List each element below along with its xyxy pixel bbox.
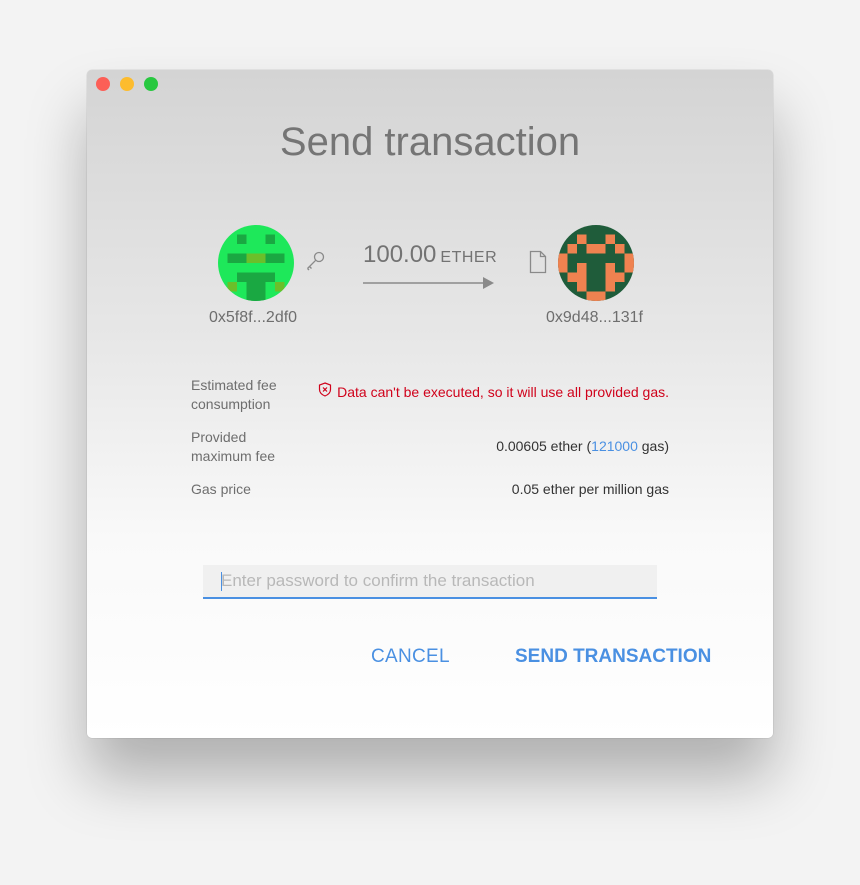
cancel-button[interactable]: CANCEL — [371, 646, 450, 668]
amount-value: 100.00 — [363, 241, 437, 268]
close-window-button[interactable] — [96, 77, 110, 91]
key-icon — [304, 250, 326, 277]
minimize-window-button[interactable] — [120, 77, 134, 91]
from-account-identicon — [218, 225, 294, 301]
shield-warning-icon — [318, 382, 332, 402]
provided-gas-amount[interactable]: 121000 — [591, 438, 638, 454]
window-controls — [96, 77, 158, 91]
arrow-right-icon — [363, 277, 494, 289]
password-field-container — [203, 565, 657, 599]
provided-fee-label: Provided maximum fee — [191, 429, 276, 464]
zoom-window-button[interactable] — [144, 77, 158, 91]
gas-price-value: 0.05 ether per million gas — [511, 481, 669, 497]
to-address: 0x9d48...131f — [546, 309, 643, 326]
estimated-fee-warning: Data can't be executed, so it will use a… — [318, 382, 669, 402]
send-transaction-window: Send transaction 0x5f8f...2df0 100.00 ETH… — [87, 70, 773, 738]
document-icon — [529, 250, 547, 279]
text-cursor — [221, 572, 222, 591]
page-title: Send transaction — [279, 120, 581, 164]
send-transaction-button[interactable]: SEND TRANSACTION — [515, 646, 711, 668]
to-account-identicon — [558, 225, 634, 301]
amount-display: 100.00 ETHER — [363, 241, 497, 269]
amount-unit: ETHER — [440, 249, 498, 266]
gas-price-label: Gas price — [191, 481, 251, 497]
provided-fee-value: 0.00605 ether (121000 gas) — [496, 437, 669, 456]
provided-fee-ether: 0.00605 ether ( — [496, 438, 592, 454]
password-input[interactable] — [203, 565, 657, 597]
from-address: 0x5f8f...2df0 — [209, 309, 298, 326]
provided-fee-suffix: gas) — [637, 438, 669, 454]
estimated-fee-warning-text: Data can't be executed, so it will use a… — [337, 383, 669, 400]
estimated-fee-label: Estimated fee consumption — [191, 377, 277, 412]
